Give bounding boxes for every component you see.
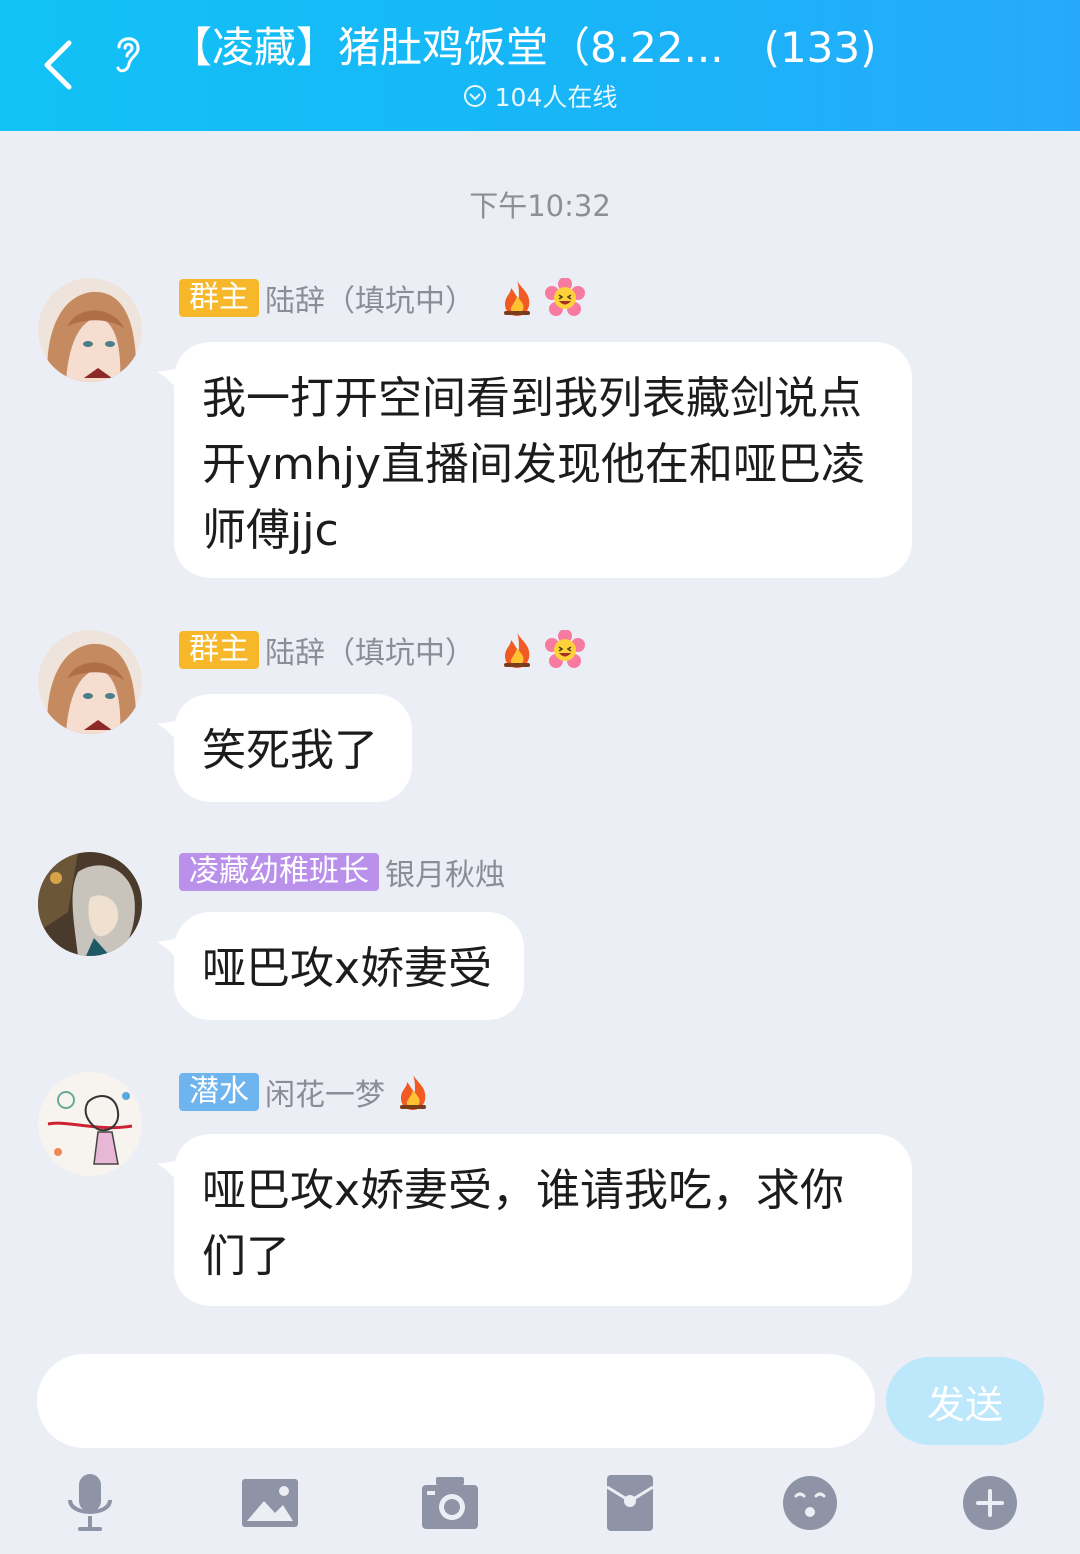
bubble-tail (156, 720, 182, 746)
ear-icon (116, 37, 140, 73)
camera-icon (422, 1477, 478, 1529)
microphone-icon (68, 1474, 112, 1531)
sender-name[interactable]: 闲花一梦 (265, 1070, 385, 1114)
chevron-down-circle-icon (463, 85, 486, 107)
more-button[interactable] (955, 1468, 1025, 1538)
fire-icon (497, 278, 537, 318)
emoji-icon (783, 1476, 837, 1530)
role-badge: 潜水 (179, 1073, 259, 1111)
plus-icon (963, 1476, 1017, 1530)
sender-meta: 凌藏幼稚班长 银月秋烛 (179, 850, 505, 894)
bubble-tail (156, 1160, 182, 1186)
red-packet-button[interactable] (595, 1468, 665, 1538)
online-status[interactable]: 104人在线 (0, 76, 1080, 116)
message-text: 哑巴攻x娇妻受，谁请我吃，求你们了 (202, 1165, 845, 1282)
image-icon (242, 1479, 298, 1527)
laughing-flower-icon (545, 277, 585, 318)
message-bubble[interactable]: 哑巴攻x娇妻受，谁请我吃，求你们了 (156, 1134, 912, 1306)
group-title[interactable]: 【凌藏】猪肚鸡饭堂（8.22... (133) (170, 18, 930, 78)
role-badge: 凌藏幼稚班长 (179, 853, 379, 891)
avatar-image (38, 630, 142, 734)
role-badge: 群主 (179, 279, 259, 317)
message-bubble[interactable]: 笑死我了 (156, 694, 412, 802)
fire-icon (497, 630, 537, 670)
chat-header: 【凌藏】猪肚鸡饭堂（8.22... (133) 104人在线 (0, 0, 1080, 131)
message-text: 笑死我了 (202, 725, 378, 776)
message-timestamp: 下午10:32 (469, 189, 611, 223)
avatar[interactable] (38, 852, 142, 956)
sender-name[interactable]: 陆辞（填坑中） (265, 276, 475, 320)
avatar[interactable] (38, 278, 142, 382)
group-name: 【凌藏】猪肚鸡饭堂（8.22... (170, 23, 724, 72)
laughing-flower-icon (545, 629, 585, 670)
message-text: 我一打开空间看到我列表藏剑说点开ymhjy直播间发现他在和哑巴凌师傅jjc (202, 373, 866, 556)
avatar-image (38, 278, 142, 382)
input-area: 发送 (0, 1330, 1080, 1554)
role-badge: 群主 (179, 631, 259, 669)
message-text: 哑巴攻x娇妻受 (202, 943, 493, 994)
voice-button[interactable] (55, 1468, 125, 1538)
avatar[interactable] (38, 630, 142, 734)
bubble-tail (156, 368, 182, 394)
message-bubble[interactable]: 哑巴攻x娇妻受 (156, 912, 524, 1020)
emoji-button[interactable] (775, 1468, 845, 1538)
sender-name[interactable]: 银月秋烛 (385, 850, 505, 894)
sender-meta: 群主 陆辞（填坑中） (179, 628, 585, 672)
sender-name[interactable]: 陆辞（填坑中） (265, 628, 475, 672)
message-input[interactable] (37, 1354, 875, 1448)
online-count: 104人在线 (494, 83, 618, 112)
avatar-image (38, 1072, 142, 1176)
photo-button[interactable] (235, 1468, 305, 1538)
camera-button[interactable] (415, 1468, 485, 1538)
earpiece-mode-button[interactable] (100, 26, 154, 80)
input-toolbar (0, 1468, 1080, 1538)
red-packet-icon (606, 1475, 654, 1531)
sender-meta: 群主 陆辞（填坑中） (179, 276, 585, 320)
avatar-image (38, 852, 142, 956)
member-count: (133) (763, 23, 877, 72)
avatar[interactable] (38, 1072, 142, 1176)
send-button[interactable]: 发送 (886, 1357, 1044, 1445)
message-bubble[interactable]: 我一打开空间看到我列表藏剑说点开ymhjy直播间发现他在和哑巴凌师傅jjc (156, 342, 912, 578)
sender-meta: 潜水 闲花一梦 (179, 1070, 433, 1114)
fire-icon (393, 1072, 433, 1112)
bubble-tail (156, 938, 182, 964)
